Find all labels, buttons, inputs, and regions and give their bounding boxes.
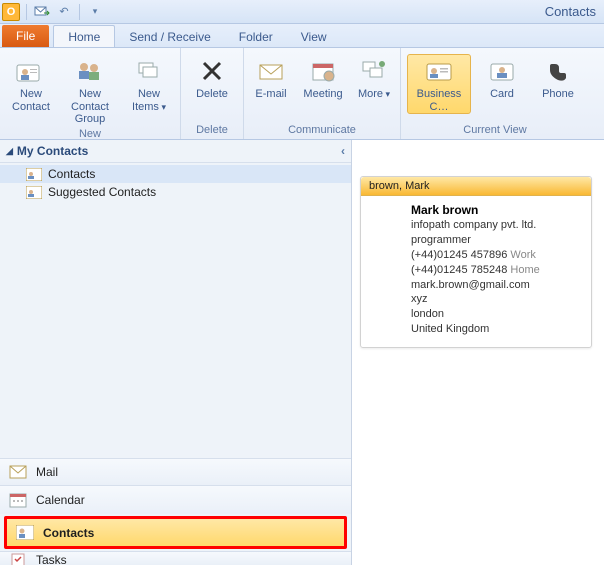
tab-file[interactable]: File [2,25,49,47]
contacts-folder-icon [26,185,42,199]
card-email: mark.brown@gmail.com [411,278,583,293]
ribbon-group-communicate: E-mail Meeting More Communicate [244,48,401,139]
email-button[interactable]: E-mail [250,54,292,102]
business-card-icon [423,55,455,87]
card-phone-home: (+44)01245 785248 Home [411,263,583,278]
people-group-icon [74,55,106,87]
tab-send-receive[interactable]: Send / Receive [115,26,224,47]
tree-item-suggested[interactable]: Suggested Contacts [0,183,351,201]
card-country: United Kingdom [411,322,583,337]
ribbon-group-new: New Contact New Contact Group New Items … [0,48,181,139]
group-label-communicate: Communicate [288,123,356,139]
group-label-delete: Delete [196,123,228,139]
nav-calendar[interactable]: Calendar [0,485,351,514]
nav-calendar-label: Calendar [36,493,85,507]
main-view: brown, Mark Mark brown infopath company … [352,140,604,565]
card-icon [486,55,518,87]
phone-view-button[interactable]: Phone [533,54,583,102]
tree-item-label: Suggested Contacts [48,185,156,199]
tab-home[interactable]: Home [53,25,115,47]
nav-tasks[interactable]: Tasks [0,551,351,565]
meeting-button[interactable]: Meeting [298,54,348,102]
card-header: brown, Mark [361,177,591,196]
business-card[interactable]: brown, Mark Mark brown infopath company … [360,176,592,348]
contacts-tree: Contacts Suggested Contacts [0,163,351,203]
group-label-current-view: Current View [463,123,526,139]
divider [26,4,27,20]
highlight-annotation: Contacts [4,516,347,549]
business-card-view-button[interactable]: Business C… [407,54,471,114]
new-items-icon [133,55,165,87]
envelope-icon [255,55,287,87]
calendar-meeting-icon [307,55,339,87]
expand-collapse-icon[interactable]: ◢ [6,146,13,157]
nav-mail[interactable]: Mail [0,458,351,485]
delete-button[interactable]: Delete [187,54,237,102]
ribbon: New Contact New Contact Group New Items … [0,48,604,140]
nav-header-label: My Contacts [17,144,88,158]
ribbon-group-current-view: Business C… Card Phone Current View [401,48,589,139]
window-title: Contacts [545,4,602,19]
nav-tasks-label: Tasks [36,553,67,565]
nav-contacts-label: Contacts [43,526,94,540]
meeting-label: Meeting [303,88,342,101]
card-addr1: xyz [411,292,583,307]
navigation-pane: ◢ My Contacts ‹ Contacts Suggested Conta… [0,140,352,565]
tab-folder[interactable]: Folder [225,26,287,47]
outlook-app-icon: O [2,3,20,21]
nav-contacts[interactable]: Contacts [7,519,344,546]
card-phone-work: (+44)01245 457896 Work [411,248,583,263]
mail-icon [8,465,28,479]
new-items-label: New Items [125,88,173,113]
new-contact-button[interactable]: New Contact [6,54,56,114]
delete-x-icon [196,55,228,87]
card-view-button[interactable]: Card [477,54,527,102]
card-city: london [411,307,583,322]
card-company: infopath company pvt. ltd. [411,218,583,233]
more-comm-icon [358,55,390,87]
more-button[interactable]: More [354,54,394,102]
email-label: E-mail [255,88,286,101]
send-receive-qat-icon[interactable] [33,3,51,21]
phone-icon [542,55,574,87]
business-card-label: Business C… [408,88,470,113]
new-contact-group-button[interactable]: New Contact Group [62,54,118,127]
card-name: Mark brown [411,202,583,218]
undo-qat-icon[interactable]: ↶ [55,3,73,21]
delete-label: Delete [196,88,228,101]
nav-mail-label: Mail [36,465,58,479]
tree-item-contacts[interactable]: Contacts [0,165,351,183]
qat-customize-icon[interactable]: ▾ [86,3,104,21]
tree-item-label: Contacts [48,167,95,181]
new-contact-group-label: New Contact Group [63,88,117,126]
more-label: More [358,88,390,101]
nav-header[interactable]: ◢ My Contacts ‹ [0,140,351,163]
contacts-folder-icon [26,167,42,181]
ribbon-tabs: File Home Send / Receive Folder View [0,24,604,48]
new-items-button[interactable]: New Items [124,54,174,114]
card-title: programmer [411,233,583,248]
new-contact-label: New Contact [7,88,55,113]
calendar-icon [8,492,28,508]
card-label: Card [490,88,514,101]
collapse-pane-icon[interactable]: ‹ [341,144,345,158]
phone-label: Phone [542,88,574,101]
ribbon-group-delete: Delete Delete [181,48,244,139]
tasks-icon [8,553,28,565]
contacts-icon [15,525,35,540]
person-card-icon [15,55,47,87]
tab-view[interactable]: View [287,26,341,47]
divider [79,4,80,20]
